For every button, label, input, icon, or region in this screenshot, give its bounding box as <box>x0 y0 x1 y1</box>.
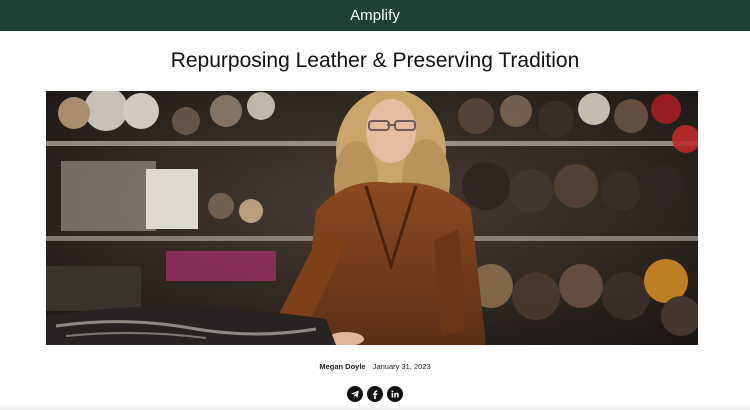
linkedin-icon[interactable] <box>387 386 403 402</box>
share-bar <box>0 386 750 402</box>
telegram-icon[interactable] <box>347 386 363 402</box>
article-title: Repurposing Leather & Preserving Traditi… <box>170 49 580 72</box>
publish-date: January 31, 2023 <box>372 362 431 371</box>
page-fade <box>0 403 750 410</box>
author-name[interactable]: Megan Doyle <box>319 362 365 371</box>
hero-image <box>46 91 698 345</box>
site-header: Amplify <box>0 0 750 31</box>
facebook-icon[interactable] <box>367 386 383 402</box>
site-brand[interactable]: Amplify <box>350 7 400 24</box>
article-byline: Megan Doyle January 31, 2023 <box>0 362 750 371</box>
